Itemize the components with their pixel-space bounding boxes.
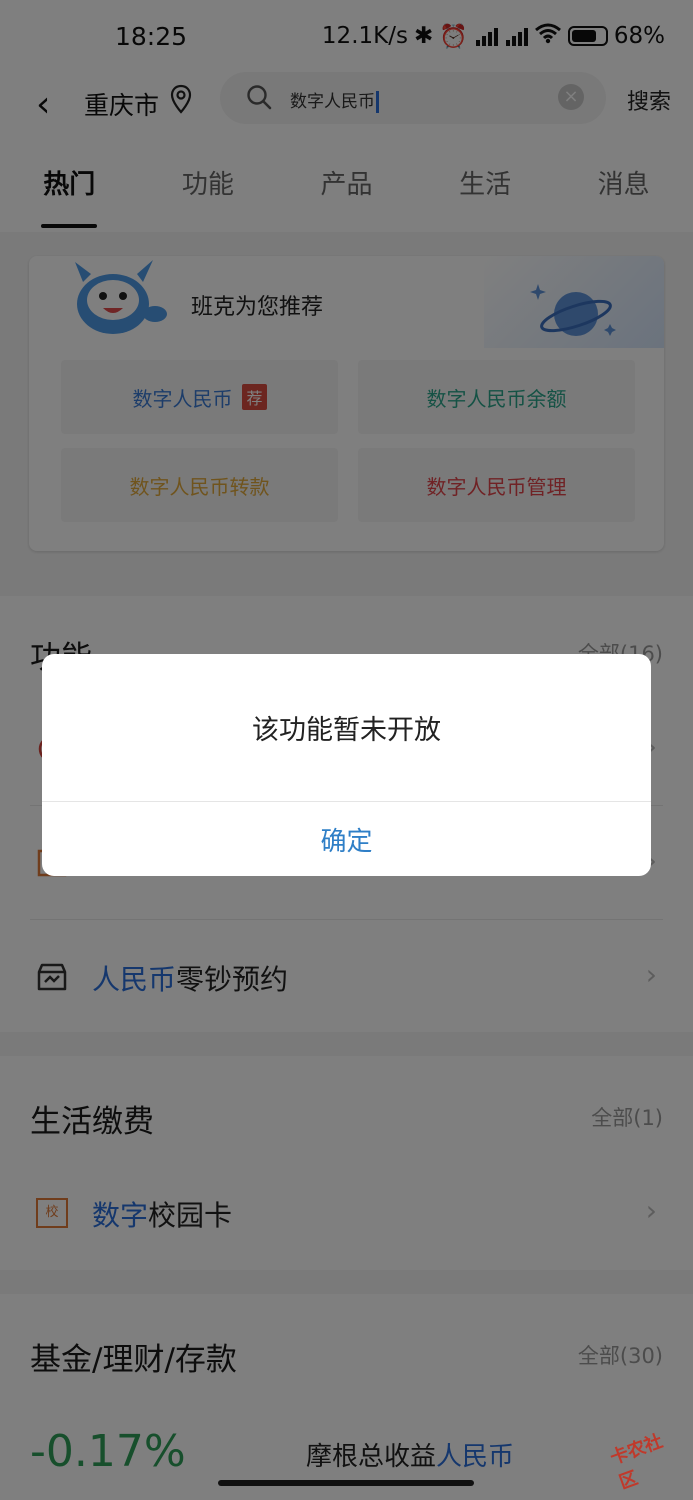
app-screen: 18:25 12.1K/s ✱ ⏰ 68% ‹ 重庆市 数字人民币 — [0, 0, 693, 1500]
home-indicator[interactable] — [218, 1480, 474, 1486]
alert-dialog: 该功能暂未开放 确定 — [42, 654, 651, 876]
confirm-button[interactable]: 确定 — [42, 802, 651, 876]
watermark-logo: 卡农社区 — [591, 1410, 683, 1494]
dialog-message: 该功能暂未开放 — [252, 715, 441, 746]
